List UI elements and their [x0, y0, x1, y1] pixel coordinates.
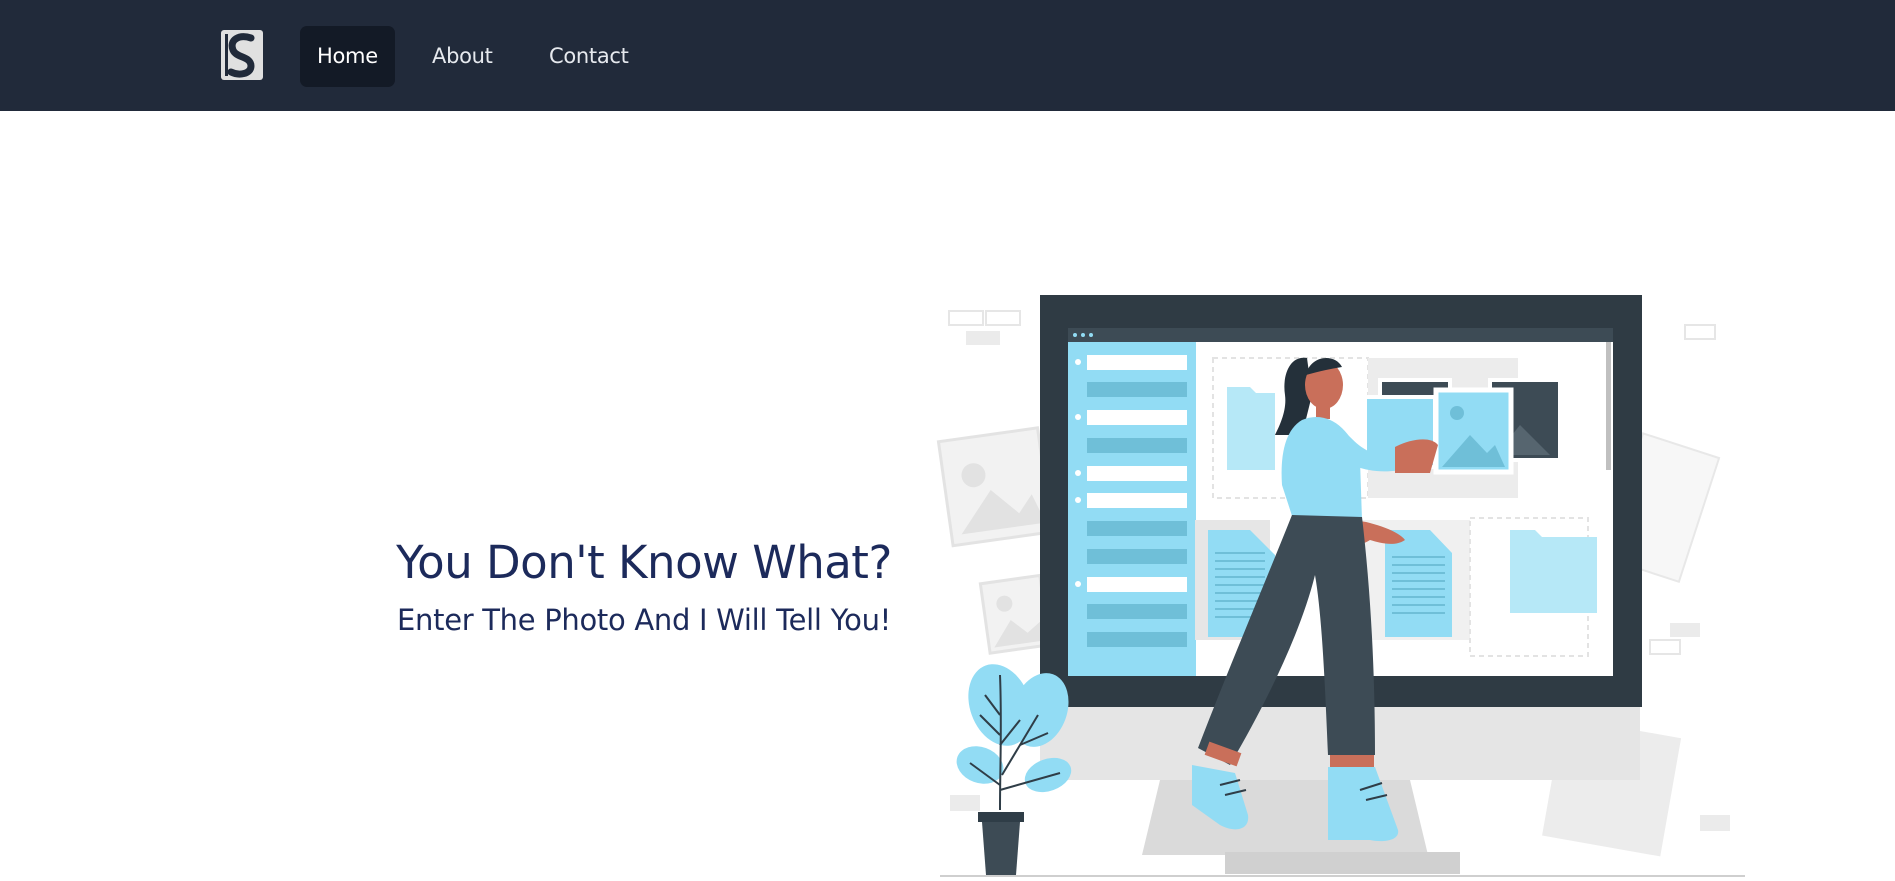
woman-organizing-photos-illustration — [936, 295, 1745, 877]
site-logo-icon[interactable] — [221, 30, 263, 80]
hero-subtitle: Enter The Photo And I Will Tell You! — [397, 603, 891, 637]
nav-about-link[interactable]: About — [415, 26, 510, 87]
nav-contact-link[interactable]: Contact — [532, 26, 646, 87]
hero-title: You Don't Know What? — [396, 536, 892, 589]
top-navbar: Home About Contact — [0, 0, 1895, 111]
nav-home-link[interactable]: Home — [300, 26, 395, 87]
